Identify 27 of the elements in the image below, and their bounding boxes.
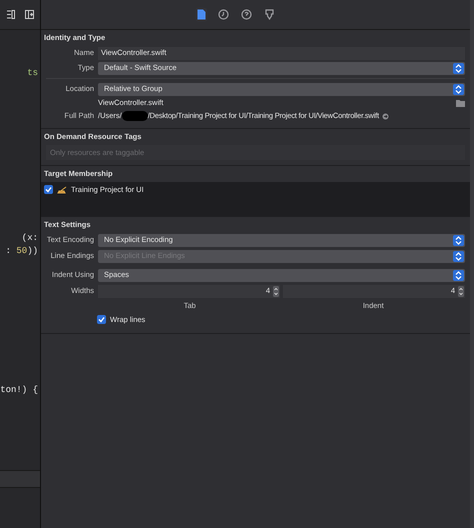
code-line: ton!) { [0, 385, 39, 396]
inspector-tab[interactable] [216, 8, 230, 21]
checkbox[interactable] [44, 185, 53, 194]
redaction-block [122, 111, 148, 121]
arrow-circle-icon[interactable] [382, 112, 389, 120]
stepper-arrows-icon [453, 270, 464, 280]
stepper-arrows-icon [453, 84, 464, 94]
checkbox[interactable] [97, 314, 106, 324]
inspector-tab[interactable] [262, 8, 276, 21]
app-icon [57, 186, 67, 194]
folder-icon[interactable] [456, 100, 465, 106]
sidebar-icon[interactable] [25, 10, 34, 19]
shield-arrow-icon [264, 9, 274, 20]
stepper-arrows-icon [458, 286, 464, 296]
list-icon[interactable] [7, 10, 15, 19]
help-icon [240, 9, 252, 20]
inspector-tab[interactable] [240, 8, 252, 21]
stepper-arrows-icon [453, 62, 464, 74]
code-line: (x: [22, 233, 39, 244]
inspector-tab[interactable] [196, 8, 206, 21]
clock-icon [218, 9, 228, 20]
document-icon [196, 9, 206, 20]
stepper-arrows-icon [453, 234, 464, 246]
code-line: ts [27, 68, 39, 79]
stepper-arrows-icon [273, 286, 279, 296]
stepper-arrows-icon [453, 250, 464, 262]
code-line: : 50)) [6, 246, 39, 257]
